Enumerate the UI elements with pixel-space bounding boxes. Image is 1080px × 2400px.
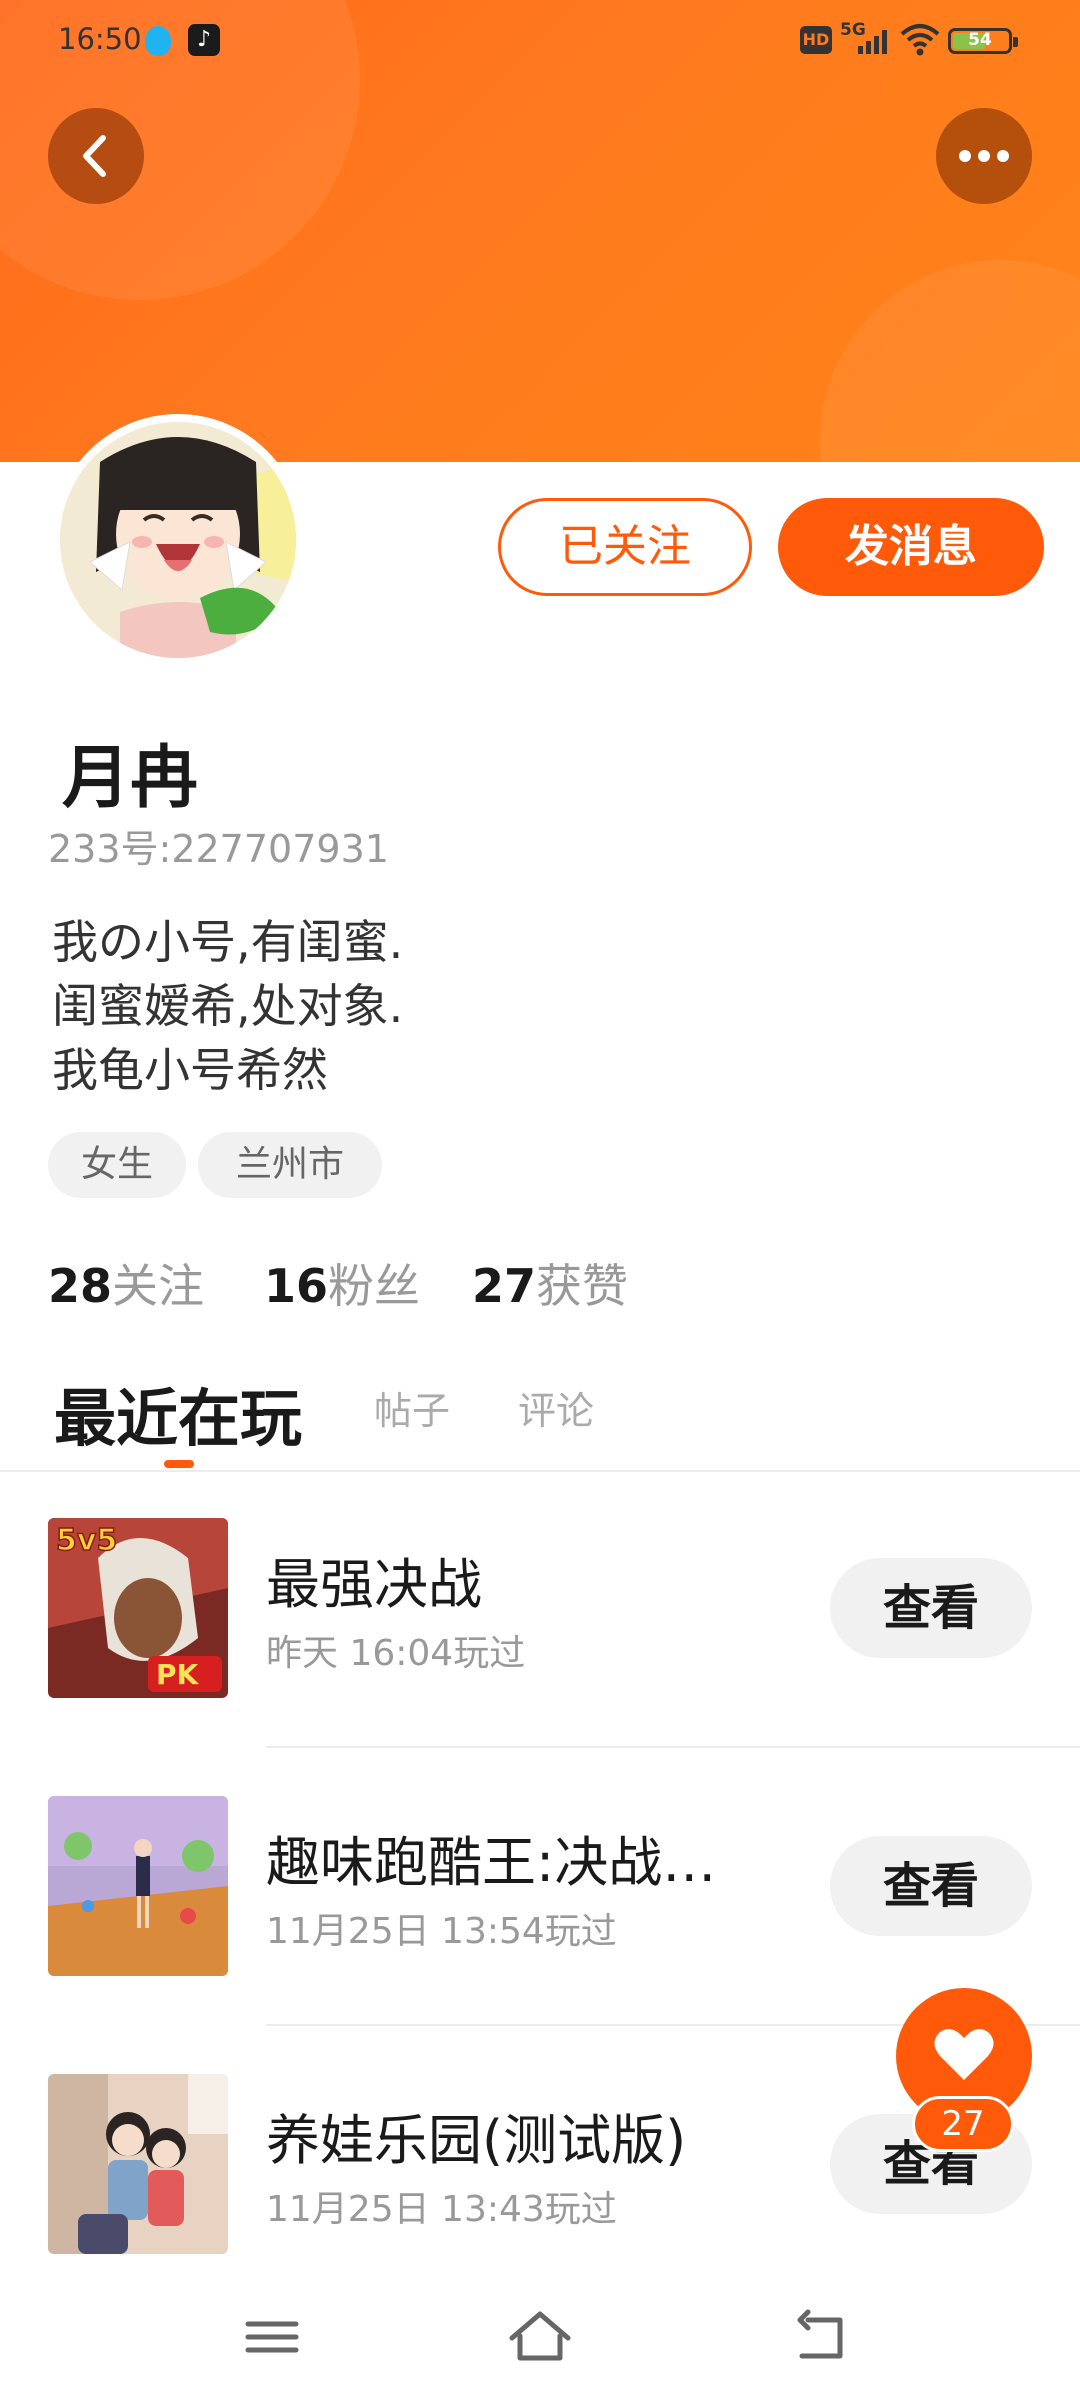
hd-voice-icon: HD: [800, 26, 832, 54]
game-list-item[interactable]: 5v5 PK 最强决战 昨天 16:04玩过 查看: [0, 1518, 1080, 1796]
game-thumbnail: 5v5 PK: [48, 1518, 228, 1698]
more-options-button[interactable]: [936, 108, 1032, 204]
header-decoration: [820, 260, 1080, 462]
send-message-button[interactable]: 发消息: [778, 498, 1044, 596]
fans-label: 粉丝: [328, 1259, 421, 1313]
view-game-button[interactable]: 查看: [830, 1558, 1032, 1658]
battery-icon: 54: [948, 28, 1018, 54]
game-title: 趣味跑酷王:决战…: [266, 1831, 717, 1894]
followed-button[interactable]: 已关注: [498, 498, 752, 596]
menu-icon[interactable]: [232, 2302, 312, 2372]
fans-count: 16: [264, 1259, 329, 1313]
game-title: 最强决战: [266, 1553, 482, 1616]
tab-posts[interactable]: 帖子: [374, 1380, 450, 1435]
tab-recently-played[interactable]: 最近在玩: [54, 1368, 302, 1458]
likes-stat[interactable]: 27获赞: [472, 1250, 628, 1316]
active-tab-indicator: [164, 1460, 194, 1468]
view-game-button[interactable]: 查看: [830, 1836, 1032, 1936]
more-dots-icon: [959, 150, 1009, 162]
likes-label: 获赞: [536, 1259, 629, 1313]
tiktok-notification-icon: ♪: [188, 24, 220, 56]
signal-icon: [858, 30, 888, 54]
gender-tag: 女生: [48, 1132, 186, 1198]
chevron-left-icon: [83, 135, 106, 177]
fans-stat[interactable]: 16粉丝: [264, 1250, 420, 1316]
tab-divider: [0, 1470, 1080, 1472]
user-id: 233号:227707931: [48, 827, 389, 871]
status-bar: 16:50 ♪ HD 5G 54: [0, 0, 1080, 80]
back-button[interactable]: [48, 108, 144, 204]
svg-text:5v5: 5v5: [56, 1523, 117, 1558]
battery-level: 54: [968, 30, 992, 50]
svg-text:PK: PK: [156, 1658, 200, 1691]
game-last-played: 11月25日 13:43玩过: [266, 2189, 617, 2230]
like-count-badge: 27: [912, 2096, 1014, 2152]
bio: 我の小号,有闺蜜. 闺蜜嫒希,处对象. 我龟小号希然: [52, 910, 403, 1102]
following-count: 28: [48, 1259, 113, 1313]
username: 月冉: [62, 739, 199, 818]
bio-line: 我の小号,有闺蜜.: [52, 915, 404, 969]
likes-count: 27: [472, 1259, 537, 1313]
bio-line: 我龟小号希然: [52, 1043, 328, 1097]
status-time: 16:50: [58, 22, 142, 56]
city-tag: 兰州市: [198, 1132, 382, 1198]
row-divider: [266, 1746, 1080, 1748]
following-stat[interactable]: 28关注: [48, 1250, 204, 1316]
following-label: 关注: [112, 1259, 205, 1313]
wifi-icon: [900, 24, 940, 56]
game-last-played: 11月25日 13:54玩过: [266, 1911, 617, 1952]
qq-notification-icon: [145, 26, 171, 56]
game-title: 养娃乐园(测试版): [266, 2109, 687, 2172]
bio-line: 闺蜜嫒希,处对象.: [52, 979, 404, 1033]
tab-comments[interactable]: 评论: [518, 1380, 594, 1435]
avatar-illustration: [60, 422, 296, 658]
game-thumbnail: [48, 2074, 228, 2254]
back-icon[interactable]: [782, 2302, 862, 2372]
system-nav-bar: [0, 2272, 1080, 2400]
game-thumbnail: [48, 1796, 228, 1976]
home-icon[interactable]: [500, 2302, 580, 2372]
avatar[interactable]: [60, 422, 296, 658]
game-last-played: 昨天 16:04玩过: [266, 1633, 526, 1674]
